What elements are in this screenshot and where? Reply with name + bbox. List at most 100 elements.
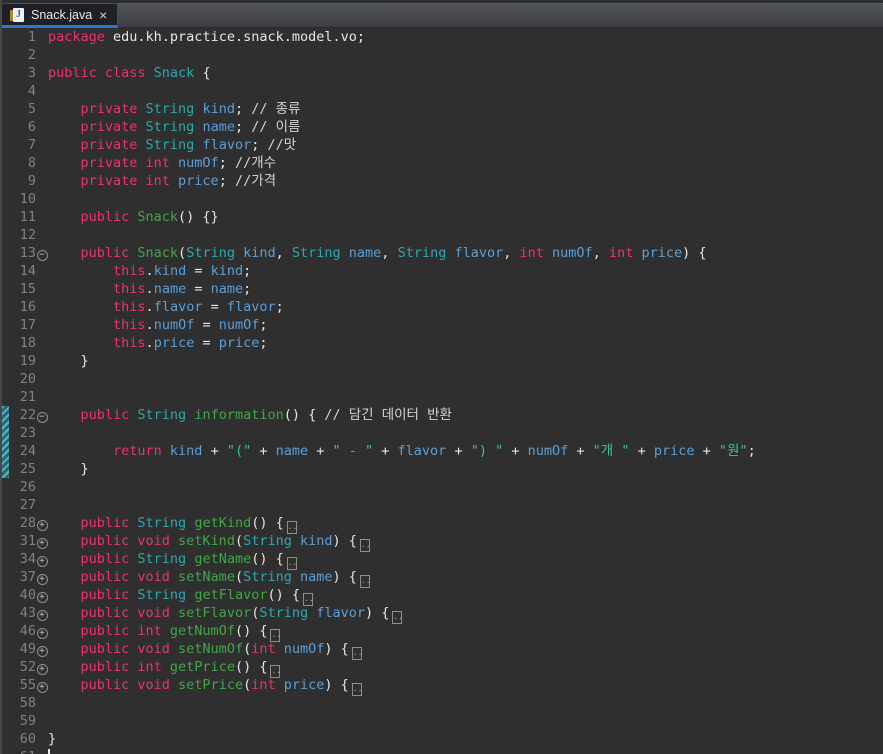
- code-line[interactable]: 16 this.flavor = flavor;: [2, 298, 883, 316]
- code-line[interactable]: 60}: [2, 730, 883, 748]
- folded-region-box[interactable]: ..: [351, 647, 362, 660]
- plus-icon[interactable]: +: [36, 574, 48, 585]
- code-token: flavor: [226, 299, 276, 315]
- line-number: 58: [19, 695, 36, 711]
- code-line[interactable]: 37 + public void setName(String name) {..: [2, 568, 883, 588]
- code-line[interactable]: 13− public Snack(String kind, String nam…: [2, 244, 883, 262]
- fold-collapsed-icon[interactable]: +: [36, 550, 48, 568]
- fold-collapsed-icon[interactable]: +: [36, 586, 48, 604]
- fold-collapsed-icon[interactable]: +: [36, 604, 48, 622]
- code-line[interactable]: 9 private int price; //가격: [2, 172, 883, 190]
- folded-region-box[interactable]: ..: [359, 539, 371, 552]
- code-line[interactable]: 25 }: [2, 460, 883, 478]
- code-line[interactable]: 2: [2, 46, 883, 64]
- code-line[interactable]: 17 this.numOf = numOf;: [2, 316, 883, 334]
- code-line[interactable]: 40 + public String getFlavor() {..: [2, 586, 883, 606]
- code-line[interactable]: 18 this.price = price;: [2, 334, 883, 352]
- code-line[interactable]: 24 return kind + "(" + name + " - " + fl…: [2, 442, 883, 460]
- code-line[interactable]: 10: [2, 190, 883, 208]
- code-line[interactable]: 19 }: [2, 352, 883, 370]
- code-line[interactable]: 3 public class Snack {: [2, 64, 883, 82]
- line-number: 28: [19, 515, 36, 531]
- fold-collapsed-icon[interactable]: +: [36, 640, 48, 658]
- code-line[interactable]: 4: [2, 82, 883, 100]
- line-number: 14: [19, 263, 36, 279]
- code-token: numOf: [178, 155, 219, 171]
- code-token: ;: [243, 281, 252, 297]
- fold-collapsed-icon[interactable]: +: [36, 676, 48, 694]
- code-line[interactable]: 23: [2, 424, 883, 442]
- plus-icon[interactable]: +: [36, 520, 48, 531]
- code-token: String: [186, 245, 244, 261]
- code-token: String: [397, 245, 455, 261]
- code-token: flavor: [202, 137, 252, 153]
- plus-icon[interactable]: +: [36, 628, 48, 639]
- plus-icon[interactable]: +: [36, 538, 48, 549]
- plus-icon[interactable]: +: [36, 682, 48, 693]
- plus-icon[interactable]: +: [36, 646, 48, 657]
- fold-collapsed-icon[interactable]: +: [36, 622, 48, 640]
- code-line[interactable]: 27: [2, 496, 883, 514]
- code-line[interactable]: 43 + public void setFlavor(String flavor)…: [2, 604, 883, 624]
- code-line[interactable]: 46 + public int getNumOf() {..: [2, 622, 883, 642]
- code-line[interactable]: 8 private int numOf; //개수: [2, 154, 883, 172]
- code-line[interactable]: 49 + public void setNumOf(int numOf) {..: [2, 640, 883, 660]
- code-editor[interactable]: 1 package edu.kh.practice.snack.model.vo;…: [2, 28, 883, 754]
- code-line[interactable]: 15 this.name = name;: [2, 280, 883, 298]
- fold-collapsed-icon[interactable]: +: [36, 514, 48, 532]
- line-number: 60: [19, 731, 36, 747]
- code-line[interactable]: 14 this.kind = kind;: [2, 262, 883, 280]
- fold-collapsed-icon[interactable]: +: [36, 532, 48, 550]
- code-line[interactable]: 1 package edu.kh.practice.snack.model.vo;: [2, 28, 883, 46]
- plus-icon[interactable]: +: [36, 610, 48, 621]
- code-line[interactable]: 31 + public void setKind(String kind) {..: [2, 532, 883, 552]
- code-line[interactable]: 61: [2, 748, 883, 754]
- code-line[interactable]: 52 + public int getPrice() {..: [2, 658, 883, 678]
- line-number: 6: [27, 119, 36, 135]
- fold-collapsed-icon[interactable]: +: [36, 658, 48, 676]
- code-line[interactable]: 12: [2, 226, 883, 244]
- minus-icon[interactable]: −: [36, 412, 48, 423]
- plus-icon[interactable]: +: [36, 664, 48, 675]
- line-number: 40: [19, 587, 36, 603]
- code-line[interactable]: 21: [2, 388, 883, 406]
- tab-snack-java[interactable]: J Snack.java ×: [2, 3, 119, 28]
- code-token: () {: [267, 587, 300, 603]
- code-line[interactable]: 20: [2, 370, 883, 388]
- fold-collapsed-icon[interactable]: +: [36, 568, 48, 586]
- code-line[interactable]: 5 private String kind; // 종류: [2, 100, 883, 118]
- code-line[interactable]: 59: [2, 712, 883, 730]
- code-token: ,: [503, 245, 520, 261]
- code-line[interactable]: 6 private String name; // 이름: [2, 118, 883, 136]
- code-token: String: [145, 119, 203, 135]
- code-token: }: [48, 461, 89, 477]
- code-token: "(": [226, 443, 252, 459]
- code-token: // 종류: [251, 101, 301, 117]
- minus-icon[interactable]: −: [36, 250, 48, 261]
- code-line[interactable]: 22− public String information() { // 담긴 …: [2, 406, 883, 424]
- code-line[interactable]: 7 private String flavor; //맛: [2, 136, 883, 154]
- code-token: getNumOf: [169, 623, 235, 639]
- fold-expanded-icon[interactable]: −: [36, 406, 48, 424]
- folded-region-box[interactable]: ..: [359, 575, 371, 588]
- fold-expanded-icon[interactable]: −: [36, 244, 48, 262]
- code-line[interactable]: 58: [2, 694, 883, 712]
- code-line[interactable]: 26: [2, 478, 883, 496]
- code-token: String: [137, 587, 195, 603]
- close-icon[interactable]: ×: [99, 8, 107, 22]
- code-line[interactable]: 11 public Snack() {}: [2, 208, 883, 226]
- code-line[interactable]: 28 + public String getKind() {..: [2, 514, 883, 534]
- code-text: this.price = price;: [48, 335, 267, 351]
- code-line[interactable]: 55 + public void setPrice(int price) {..: [2, 676, 883, 696]
- code-token: +: [202, 443, 227, 459]
- folded-region-box[interactable]: ..: [351, 683, 362, 696]
- plus-icon[interactable]: +: [36, 592, 48, 603]
- code-token: //가격: [234, 173, 277, 189]
- code-token: name: [300, 569, 333, 585]
- code-line[interactable]: 34 + public String getName() {..: [2, 550, 883, 570]
- code-token: (: [234, 569, 244, 585]
- code-token: kind: [169, 443, 203, 459]
- folded-region-box[interactable]: ..: [392, 611, 403, 624]
- code-token: name: [202, 119, 235, 135]
- plus-icon[interactable]: +: [36, 556, 48, 567]
